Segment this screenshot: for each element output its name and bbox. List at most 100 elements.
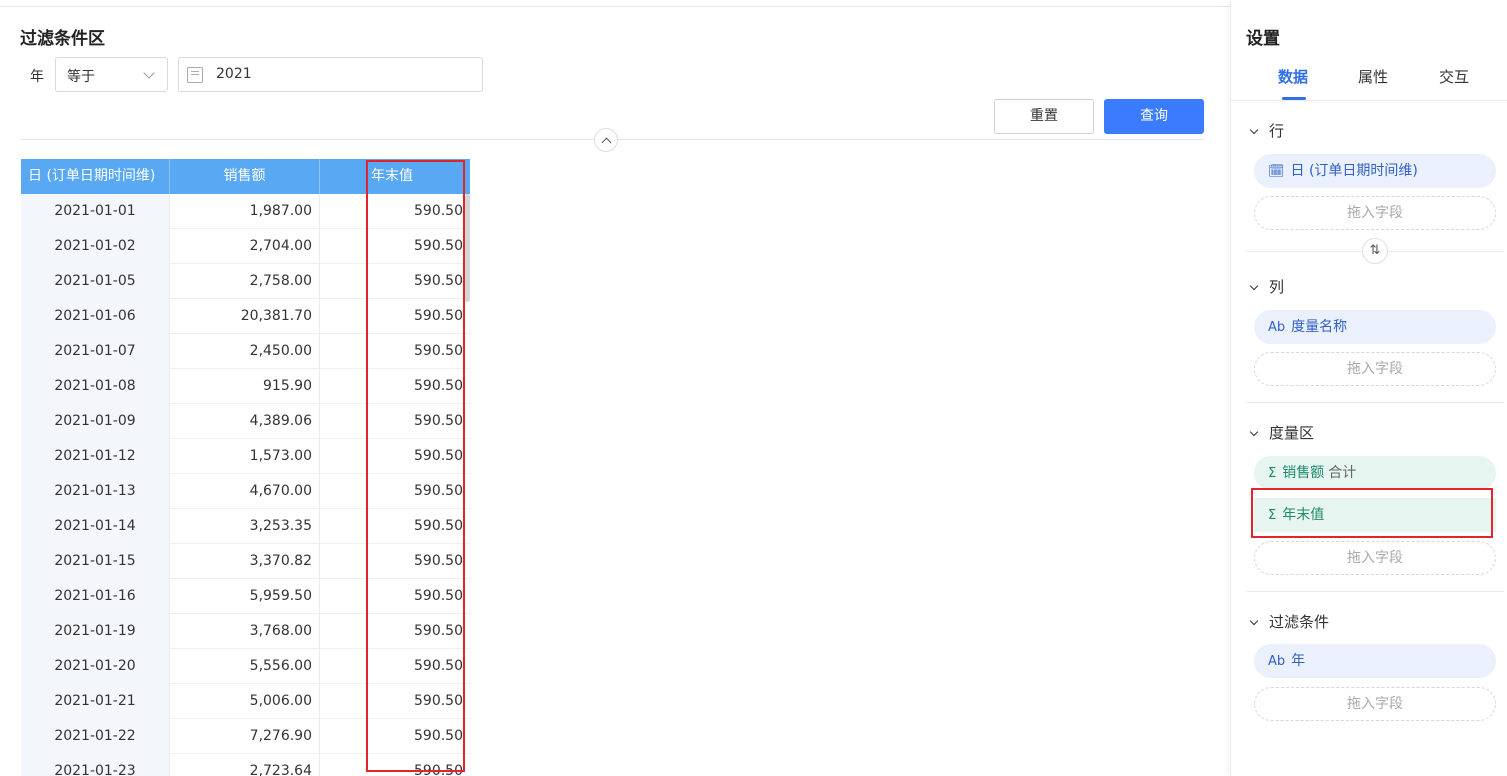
- table-header: 日 (订单日期时间维) 销售额 年末值: [21, 159, 470, 194]
- table-row[interactable]: 2021-01-13 4,670.00 590.50: [21, 474, 470, 509]
- cell-sales: 4,670.00: [170, 474, 320, 509]
- table-row[interactable]: 2021-01-19 3,768.00 590.50: [21, 614, 470, 649]
- column-field-chip[interactable]: Ab 度量名称: [1254, 310, 1496, 344]
- cell-year-end: 590.50: [414, 693, 463, 709]
- table-row[interactable]: 2021-01-06 20,381.70 590.50: [21, 299, 470, 334]
- date-icon: 🗓: [1268, 164, 1285, 179]
- table-row[interactable]: 2021-01-08 915.90 590.50: [21, 369, 470, 404]
- cell-year-end: 590.50: [414, 203, 463, 219]
- table-row[interactable]: 2021-01-14 3,253.35 590.50: [21, 509, 470, 544]
- section-column-title[interactable]: 列: [1249, 276, 1284, 297]
- cell-sales: 5,959.50: [170, 579, 320, 614]
- cell-year-end: 590.50: [414, 623, 463, 639]
- row-drop-zone[interactable]: 拖入字段: [1254, 196, 1496, 230]
- cell-sales: 2,704.00: [170, 229, 320, 264]
- main-area: 过滤条件区 年 等于 2021 重置 查询 日 (订单日期时间维) 销售额 年末…: [0, 0, 1230, 776]
- cell-sales: 3,768.00: [170, 614, 320, 649]
- cell-date: 2021-01-08: [21, 369, 170, 404]
- section-row-title[interactable]: 行: [1249, 120, 1284, 141]
- tab-interaction[interactable]: 交互: [1439, 66, 1469, 87]
- cell-date: 2021-01-15: [21, 544, 170, 579]
- cell-date: 2021-01-23: [21, 754, 170, 776]
- table-row[interactable]: 2021-01-01 1,987.00 590.50: [21, 194, 470, 229]
- chevron-down-icon: [1249, 125, 1259, 135]
- cell-year-end: 590.50: [414, 588, 463, 604]
- cell-year-end: 590.50: [414, 308, 463, 324]
- cell-sales: 1,987.00: [170, 194, 320, 229]
- operator-value: 等于: [67, 69, 95, 85]
- table-row[interactable]: 2021-01-23 2,723.64 590.50: [21, 754, 470, 776]
- cell-date: 2021-01-21: [21, 684, 170, 719]
- cell-year-end: 590.50: [414, 238, 463, 254]
- collapse-chevron-up-icon[interactable]: [594, 128, 618, 152]
- swap-rows-columns-icon[interactable]: ⇅: [1362, 238, 1388, 264]
- query-button[interactable]: 查询: [1104, 99, 1204, 134]
- filter-field-chip[interactable]: Ab 年: [1254, 644, 1496, 678]
- cell-sales: 2,758.00: [170, 264, 320, 299]
- table-row[interactable]: 2021-01-16 5,959.50 590.50: [21, 579, 470, 614]
- cell-year-end: 590.50: [414, 658, 463, 674]
- tab-data[interactable]: 数据: [1278, 66, 1308, 87]
- cell-sales: 5,006.00: [170, 684, 320, 719]
- section-measure-title[interactable]: 度量区: [1249, 422, 1314, 443]
- text-field-icon: Ab: [1268, 654, 1286, 669]
- filter-value-text: 2021: [216, 66, 252, 82]
- cell-year-end: 590.50: [414, 273, 463, 289]
- cell-year-end: 590.50: [414, 378, 463, 394]
- measure-chip-sales[interactable]: Σ 销售额 合计: [1254, 456, 1496, 490]
- table-row[interactable]: 2021-01-21 5,006.00 590.50: [21, 684, 470, 719]
- table-row[interactable]: 2021-01-07 2,450.00 590.50: [21, 334, 470, 369]
- cell-date: 2021-01-02: [21, 229, 170, 264]
- cell-sales: 2,450.00: [170, 334, 320, 369]
- section-divider: [1246, 402, 1504, 403]
- cell-date: 2021-01-14: [21, 509, 170, 544]
- panel-title: 设置: [1246, 29, 1280, 49]
- row-field-chip[interactable]: 🗓 日 (订单日期时间维): [1254, 154, 1496, 188]
- cell-date: 2021-01-19: [21, 614, 170, 649]
- chevron-down-icon: [1249, 281, 1259, 291]
- cell-date: 2021-01-05: [21, 264, 170, 299]
- cell-date: 2021-01-06: [21, 299, 170, 334]
- measure-chip-year-end[interactable]: Σ 年末值: [1254, 498, 1496, 532]
- table-row[interactable]: 2021-01-15 3,370.82 590.50: [21, 544, 470, 579]
- table-header-year-end[interactable]: 年末值: [320, 159, 470, 194]
- chevron-down-icon: [143, 67, 155, 79]
- chevron-down-icon: [1249, 616, 1259, 626]
- table-row[interactable]: 2021-01-05 2,758.00 590.50: [21, 264, 470, 299]
- cell-date: 2021-01-07: [21, 334, 170, 369]
- measure-drop-zone[interactable]: 拖入字段: [1254, 541, 1496, 575]
- cell-date: 2021-01-20: [21, 649, 170, 684]
- table-scrollbar[interactable]: [465, 194, 470, 302]
- cell-year-end: 590.50: [414, 728, 463, 744]
- cell-year-end: 590.50: [414, 483, 463, 499]
- section-filter-title[interactable]: 过滤条件: [1249, 611, 1329, 632]
- cell-sales: 2,723.64: [170, 754, 320, 776]
- table-row[interactable]: 2021-01-09 4,389.06 590.50: [21, 404, 470, 439]
- text-field-icon: Ab: [1268, 320, 1286, 335]
- cell-year-end: 590.50: [414, 763, 463, 776]
- cell-year-end: 590.50: [414, 553, 463, 569]
- table-header-sales[interactable]: 销售额: [170, 159, 320, 194]
- table-row[interactable]: 2021-01-20 5,556.00 590.50: [21, 649, 470, 684]
- table-header-date[interactable]: 日 (订单日期时间维): [21, 159, 170, 194]
- settings-panel: 设置 数据 属性 交互 行 🗓 日 (订单日期时间维) 拖入字段 ⇅ 列 Ab 度量…: [1230, 0, 1507, 776]
- cell-year-end: 590.50: [414, 413, 463, 429]
- calc-sigma-icon: Σ: [1268, 508, 1277, 523]
- filter-value-input[interactable]: 2021: [178, 57, 483, 92]
- reset-button[interactable]: 重置: [994, 99, 1094, 134]
- column-drop-zone[interactable]: 拖入字段: [1254, 352, 1496, 386]
- operator-select[interactable]: 等于: [55, 57, 168, 92]
- tab-properties[interactable]: 属性: [1358, 66, 1388, 87]
- cell-sales: 3,370.82: [170, 544, 320, 579]
- filter-drop-zone[interactable]: 拖入字段: [1254, 687, 1496, 721]
- filter-area-title: 过滤条件区: [20, 29, 105, 49]
- table-row[interactable]: 2021-01-12 1,573.00 590.50: [21, 439, 470, 474]
- cell-date: 2021-01-12: [21, 439, 170, 474]
- cell-sales: 1,573.00: [170, 439, 320, 474]
- cell-date: 2021-01-01: [21, 194, 170, 229]
- cell-date: 2021-01-16: [21, 579, 170, 614]
- cell-sales: 4,389.06: [170, 404, 320, 439]
- cell-date: 2021-01-13: [21, 474, 170, 509]
- table-row[interactable]: 2021-01-22 7,276.90 590.50: [21, 719, 470, 754]
- table-row[interactable]: 2021-01-02 2,704.00 590.50: [21, 229, 470, 264]
